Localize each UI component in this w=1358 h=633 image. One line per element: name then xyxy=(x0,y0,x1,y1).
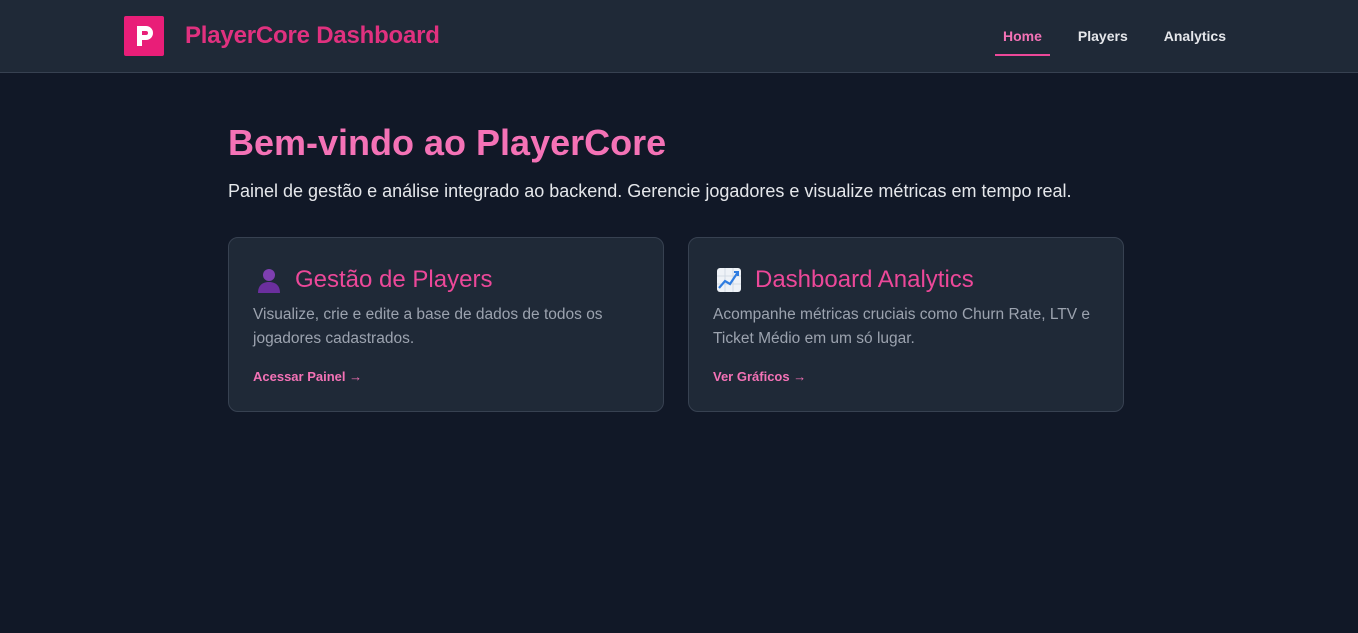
players-card: Gestão de Players Visualize, crie e edit… xyxy=(228,237,664,412)
card-header: Gestão de Players xyxy=(255,266,492,294)
top-navbar: PlayerCore Dashboard Home Players Analyt… xyxy=(0,0,1358,73)
page-title: Bem-vindo ao PlayerCore xyxy=(228,122,667,163)
page-subtitle: Painel de gestão e análise integrado ao … xyxy=(228,181,1072,201)
card-description: Acompanhe métricas cruciais como Churn R… xyxy=(713,306,1091,347)
nav-home-link[interactable]: Home xyxy=(995,0,1050,73)
main-nav: Home Players Analytics xyxy=(969,0,1228,73)
nav-analytics-link[interactable]: Analytics xyxy=(1162,0,1228,73)
view-charts-link[interactable]: Ver Gráficos → xyxy=(713,369,806,384)
app-title[interactable]: PlayerCore Dashboard xyxy=(185,22,440,50)
analytics-card: Dashboard Analytics Acompanhe métricas c… xyxy=(688,237,1124,412)
nav-players-link[interactable]: Players xyxy=(1076,0,1130,73)
card-title: Dashboard Analytics xyxy=(755,266,974,293)
chart-increasing-icon xyxy=(715,266,743,294)
card-header: Dashboard Analytics xyxy=(715,266,974,294)
app-logo-icon[interactable] xyxy=(124,16,164,56)
card-title: Gestão de Players xyxy=(295,266,493,293)
card-description: Visualize, crie e edite a base de dados … xyxy=(253,306,603,347)
access-panel-link[interactable]: Acessar Painel → xyxy=(253,369,362,384)
user-silhouette-icon xyxy=(255,266,283,294)
